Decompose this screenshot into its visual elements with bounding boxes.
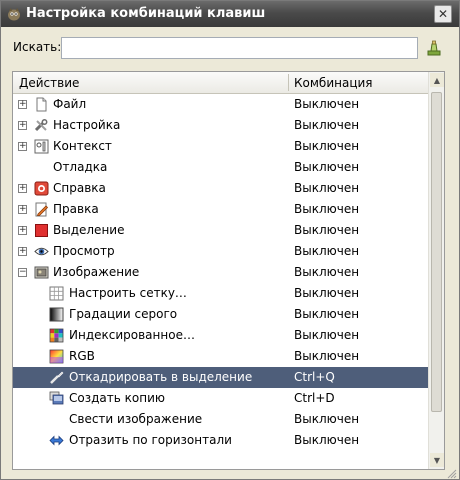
row-combination: Выключен: [294, 118, 360, 132]
edit-icon: [35, 202, 49, 217]
grayscale-icon: [49, 307, 64, 322]
shortcuts-tree[interactable]: Действие Комбинация + Файл Выключен + На…: [12, 71, 445, 470]
row-combination: Выключен: [294, 286, 360, 300]
row-label: Выделение: [53, 223, 125, 237]
action-column-header[interactable]: Действие: [19, 76, 79, 90]
row-combination: Выключен: [294, 139, 360, 153]
row-combination: Выключен: [294, 202, 360, 216]
expand-plus-icon[interactable]: +: [18, 184, 27, 193]
vertical-scrollbar[interactable]: ▲ ▼: [428, 72, 444, 469]
rgb-icon: [49, 349, 64, 364]
context-icon: [34, 139, 49, 154]
collapse-minus-icon[interactable]: −: [18, 268, 27, 277]
grid-icon: [49, 286, 64, 301]
row-combination: Ctrl+Q: [294, 370, 335, 384]
tree-row[interactable]: + Контекст Выключен: [13, 136, 428, 157]
row-label: Справка: [53, 181, 106, 195]
view-icon: [34, 247, 49, 256]
tree-row[interactable]: + Выделение Выключен: [13, 220, 428, 241]
tree-row[interactable]: Градации серого Выключен: [13, 304, 428, 325]
row-label: Правка: [53, 202, 99, 216]
row-combination: Выключен: [294, 181, 360, 195]
tree-row[interactable]: + Правка Выключен: [13, 199, 428, 220]
combination-column-header[interactable]: Комбинация: [294, 76, 373, 90]
scroll-up-arrow-icon[interactable]: ▲: [430, 73, 444, 87]
row-combination: Выключен: [294, 160, 360, 174]
expand-plus-icon[interactable]: +: [18, 226, 27, 235]
tree-rows: + Файл Выключен + Настройка Выключен + К…: [13, 94, 428, 451]
row-label: Файл: [53, 97, 87, 111]
row-label: Создать копию: [69, 391, 165, 405]
expand-plus-icon[interactable]: +: [18, 142, 27, 151]
image-icon: [34, 266, 49, 279]
help-icon: [34, 181, 49, 196]
gimp-icon: [8, 8, 20, 21]
row-combination: Выключен: [294, 265, 360, 279]
expand-plus-icon[interactable]: +: [18, 205, 27, 214]
row-combination: Выключен: [294, 328, 360, 342]
tree-row[interactable]: Создать копию Ctrl+D: [13, 388, 428, 409]
selection-icon: [35, 224, 48, 237]
expand-plus-icon[interactable]: +: [18, 121, 27, 130]
expand-plus-icon[interactable]: +: [18, 247, 27, 256]
scroll-down-arrow-icon[interactable]: ▼: [430, 453, 444, 467]
tree-row[interactable]: RGB Выключен: [13, 346, 428, 367]
file-icon: [36, 97, 47, 112]
search-label: Искать:: [13, 40, 62, 54]
row-label: Настроить сетку…: [69, 286, 187, 300]
row-combination: Выключен: [294, 244, 360, 258]
search-input[interactable]: [61, 37, 418, 59]
row-combination: Ctrl+D: [294, 391, 335, 405]
column-divider[interactable]: [288, 74, 289, 91]
row-combination: Выключен: [294, 307, 360, 321]
row-combination: Выключен: [294, 349, 360, 363]
tree-row[interactable]: Отладка Выключен: [13, 157, 428, 178]
resize-grip-icon[interactable]: [445, 467, 457, 479]
close-button[interactable]: ✕: [434, 5, 452, 23]
tree-row[interactable]: − Изображение Выключен: [13, 262, 428, 283]
title-bar: Настройка комбинаций клавиш ✕: [1, 1, 459, 27]
clear-search-icon[interactable]: [424, 38, 444, 58]
row-label: Контекст: [53, 139, 112, 153]
row-combination: Выключен: [294, 433, 360, 447]
row-combination: Выключен: [294, 97, 360, 111]
tools-icon: [34, 119, 48, 132]
flip-horizontal-icon: [49, 435, 64, 446]
row-label: Индексированное…: [69, 328, 195, 342]
row-label: Настройка: [53, 118, 121, 132]
row-label: Градации серого: [69, 307, 178, 321]
duplicate-icon: [49, 391, 64, 405]
tree-row[interactable]: + Настройка Выключен: [13, 115, 428, 136]
indexed-icon: [49, 328, 64, 343]
row-combination: Выключен: [294, 223, 360, 237]
row-label: Просмотр: [53, 244, 115, 258]
row-label: Изображение: [53, 265, 140, 279]
row-label: RGB: [69, 349, 95, 363]
tree-row[interactable]: Отразить по горизонтали Выключен: [13, 430, 428, 451]
scrollbar-thumb[interactable]: [431, 92, 442, 412]
tree-row-selected[interactable]: Откадрировать в выделение Ctrl+Q: [13, 367, 428, 388]
tree-row[interactable]: Индексированное… Выключен: [13, 325, 428, 346]
window-title: Настройка комбинаций клавиш: [26, 6, 266, 21]
column-header: Действие Комбинация: [13, 72, 428, 94]
tree-row[interactable]: + Файл Выключен: [13, 94, 428, 115]
tree-row[interactable]: + Просмотр Выключен: [13, 241, 428, 262]
tree-row[interactable]: Настроить сетку… Выключен: [13, 283, 428, 304]
close-icon: ✕: [437, 7, 449, 21]
tree-row[interactable]: + Справка Выключен: [13, 178, 428, 199]
expand-plus-icon[interactable]: +: [18, 100, 27, 109]
row-combination: Выключен: [294, 412, 360, 426]
row-label: Свести изображение: [69, 412, 203, 426]
row-label: Отладка: [53, 160, 108, 174]
row-label: Отразить по горизонтали: [69, 433, 232, 447]
row-label: Откадрировать в выделение: [69, 370, 253, 384]
keyboard-shortcuts-dialog: Настройка комбинаций клавиш ✕ Искать: Де…: [0, 0, 460, 480]
crop-icon: [50, 371, 64, 384]
tree-row[interactable]: Свести изображение Выключен: [13, 409, 428, 430]
